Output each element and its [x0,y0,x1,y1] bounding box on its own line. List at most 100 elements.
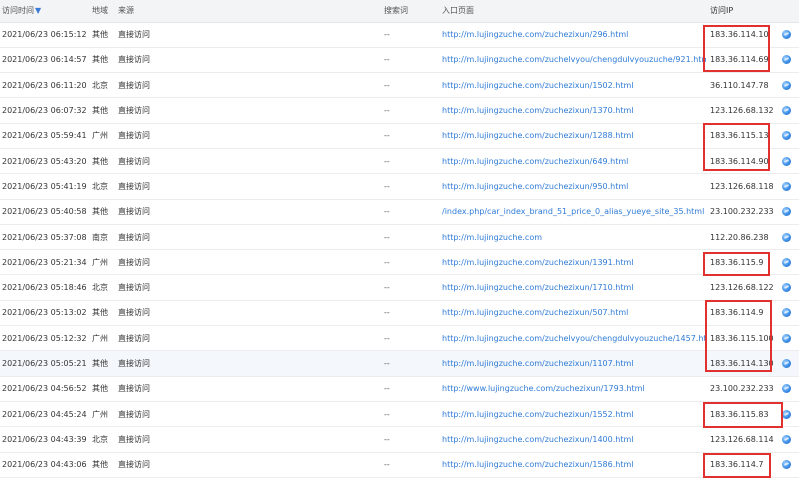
visit-keyword: -- [384,359,390,368]
visit-source: 直接访问 [118,207,150,217]
entry-page-link[interactable]: http://m.lujingzuche.com/zuchezixun/1391… [442,258,634,267]
globe-icon[interactable] [782,30,791,40]
visit-source: 直接访问 [118,106,150,116]
visitor-ip: 183.36.114.69 [710,55,769,65]
table-row: 2021/06/23 05:12:32 广州 直接访问 -- http://m.luji… [0,326,799,351]
entry-page-link[interactable]: http://m.lujingzuche.com/zuchezixun/649.… [442,157,628,166]
visit-time: 2021/06/23 05:12:32 [2,333,87,343]
visit-source: 直接访问 [118,359,150,368]
entry-page-link[interactable]: http://m.lujingzuche.com/zuchezixun/1586… [442,460,634,469]
visit-region: 广州 [92,257,108,267]
visit-source: 直接访问 [118,131,150,141]
visit-source: 直接访问 [118,434,150,444]
table-row: 2021/06/23 05:21:34 广州 直接访问 -- http://m.luji… [0,250,799,275]
column-header-source: 来源 [116,0,382,23]
entry-page-link[interactable]: http://www.lujingzuche.com/zuchezixun/17… [442,384,645,393]
globe-icon[interactable] [782,207,791,217]
visitor-ip: 183.36.115.100 [710,333,774,343]
visit-region: 其他 [92,106,108,116]
entry-page-link[interactable]: http://m.lujingzuche.com/zuchezixun/1710… [442,283,634,292]
globe-icon[interactable] [782,384,791,394]
visit-region: 其他 [92,308,108,318]
globe-icon[interactable] [782,434,791,444]
entry-page-link[interactable]: http://m.lujingzuche.com/zuchezixun/1370… [442,106,634,115]
visit-keyword: -- [384,409,390,419]
table-row: 2021/06/23 06:15:12 其他 直接访问 -- http://m.luji… [0,22,799,48]
visit-region: 北京 [92,434,108,444]
entry-page-link[interactable]: http://m.lujingzuche.com/zuchezixun/1288… [442,131,634,140]
visit-time: 2021/06/23 05:41:19 [2,181,87,191]
visit-region: 广州 [92,131,108,141]
visit-keyword: -- [384,308,390,318]
globe-icon[interactable] [782,131,791,141]
globe-icon[interactable] [782,308,791,318]
visit-time: 2021/06/23 05:13:02 [2,308,87,318]
table-row: 2021/06/23 05:13:02 其他 直接访问 -- http://m.luji… [0,300,799,326]
visit-region: 其他 [92,30,108,40]
visit-source: 直接访问 [118,80,150,90]
globe-icon[interactable] [782,181,791,191]
column-header-url: 入口页面 [442,0,706,23]
globe-icon[interactable] [782,156,791,166]
visit-keyword: -- [384,181,390,191]
globe-icon[interactable] [782,257,791,267]
visit-time: 2021/06/23 05:43:20 [2,156,87,166]
globe-icon[interactable] [782,80,791,90]
entry-page-link[interactable]: http://m.lujingzuche.com/zuchezixun/296.… [442,30,628,39]
visit-source: 直接访问 [118,409,150,419]
visit-source: 直接访问 [118,257,150,267]
entry-page-link[interactable]: http://m.lujingzuche.com/zuchezixun/1107… [442,359,634,368]
visit-keyword: -- [384,257,390,267]
globe-icon[interactable] [782,460,791,470]
visit-time: 2021/06/23 06:07:32 [2,106,87,116]
entry-page-link[interactable]: http://m.lujingzuche.com/zuchezixun/1502… [442,81,634,90]
column-header-region: 地域 [88,0,116,23]
visit-region: 北京 [92,283,108,293]
visit-region: 其他 [92,384,108,394]
visit-source: 直接访问 [118,30,150,40]
entry-page-link[interactable]: http://m.lujingzuche.com/zuchezixun/507.… [442,308,628,317]
table-row: 2021/06/23 04:56:52 其他 直接访问 -- http://www.lu… [0,376,799,402]
sort-down-arrow-icon[interactable]: ▼ [35,6,41,15]
visit-source: 直接访问 [118,232,150,242]
visit-region: 南京 [92,232,108,242]
visit-source: 直接访问 [118,181,150,191]
visitor-ip: 123.126.68.132 [710,106,774,116]
visit-source: 直接访问 [118,156,150,166]
visit-keyword: -- [384,207,390,217]
visit-source: 直接访问 [118,308,150,318]
visitor-ip: 183.36.115.9 [710,257,764,267]
column-header-time[interactable]: 访问时间▼ [0,0,88,23]
visit-time: 2021/06/23 04:43:39 [2,434,87,444]
globe-icon[interactable] [782,359,791,368]
entry-page-link[interactable]: http://m.lujingzuche.com [442,233,542,242]
visit-region: 其他 [92,460,108,470]
visit-log-table: 访问时间▼ 地域 来源 搜索词 入口页面 访问IP 2021/06/23 06:… [0,0,799,478]
globe-icon[interactable] [782,283,791,293]
entry-page-link[interactable]: http://m.lujingzuche.com/zuchezixun/1552… [442,410,634,419]
visit-time: 2021/06/23 06:15:12 [2,30,87,40]
column-header-keyword: 搜索词 [382,0,442,23]
visitor-ip: 183.36.115.13 [710,131,769,141]
globe-icon[interactable] [782,333,791,343]
entry-page-link[interactable]: http://m.lujingzuche.com/zuchelvyou/chen… [442,55,706,64]
globe-icon[interactable] [782,409,791,419]
visitor-ip: 183.36.115.83 [710,409,769,419]
entry-page-link[interactable]: http://m.lujingzuche.com/zuchezixun/1400… [442,435,634,444]
globe-icon[interactable] [782,55,791,65]
globe-icon[interactable] [782,106,791,116]
entry-page-link[interactable]: http://m.lujingzuche.com/zuchezixun/950.… [442,182,628,191]
visitor-ip: 183.36.114.10 [710,30,769,40]
entry-page-link[interactable]: /index.php/car_index_brand_51_price_0_al… [442,207,704,216]
visit-keyword: -- [384,384,390,394]
visit-source: 直接访问 [118,55,150,65]
visit-region: 北京 [92,181,108,191]
table-row: 2021/06/23 05:43:20 其他 直接访问 -- http://m.luji… [0,148,799,174]
visit-source: 直接访问 [118,384,150,394]
visit-time: 2021/06/23 06:14:57 [2,55,87,65]
visit-source: 直接访问 [118,283,150,293]
entry-page-link[interactable]: http://m.lujingzuche.com/zuchelvyou/chen… [442,334,706,343]
table-row: 2021/06/23 06:07:32 其他 直接访问 -- http://m.luji… [0,98,799,124]
globe-icon[interactable] [782,232,791,242]
table-row: 2021/06/23 06:11:20 北京 直接访问 -- http://m.luji… [0,73,799,98]
